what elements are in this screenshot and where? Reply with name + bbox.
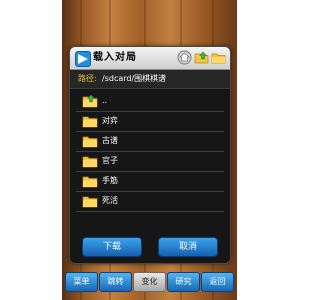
load-game-dialog: 载入对局 路径: /sdcard/围棋棋谱 .. 对弈 古谱 官子 手筋 死活 … [69,46,231,264]
menu-button[interactable]: 菜单 [65,272,98,292]
list-item-label: 官子 [102,156,118,165]
cancel-button[interactable]: 取消 [158,237,218,257]
home-icon[interactable] [177,50,192,65]
folder-icon [82,176,98,188]
list-item-parent-folder[interactable]: .. [76,91,224,112]
list-item-folder[interactable]: 古谱 [76,131,224,152]
jump-button[interactable]: 跳转 [99,272,132,292]
list-item-folder[interactable]: 官子 [76,151,224,172]
list-item-label: 对弈 [102,116,118,125]
bottom-toolbar: 菜单 跳转 变化 研究 返回 [65,272,235,292]
download-button[interactable]: 下载 [82,237,142,257]
list-item-label: .. [102,96,108,105]
folder-icon [82,196,98,208]
list-item-folder[interactable]: 对弈 [76,111,224,132]
folder-up-icon[interactable] [194,50,209,65]
dialog-titlebar: 载入对局 [70,47,230,70]
list-item-label: 古谱 [102,136,118,145]
study-button[interactable]: 研究 [167,272,200,292]
path-value: /sdcard/围棋棋谱 [102,74,167,83]
folder-icon [82,136,98,148]
path-row: 路径: /sdcard/围棋棋谱 [70,70,230,89]
folder-icon [82,156,98,168]
folder-up-arrow-icon [82,95,98,108]
file-list: .. 对弈 古谱 官子 手筋 死活 [76,91,224,231]
dialog-title: 载入对局 [93,52,137,63]
list-item-folder[interactable]: 手筋 [76,171,224,192]
back-button[interactable]: 返回 [201,272,234,292]
list-item-label: 手筋 [102,176,118,185]
app-logo-icon [75,51,91,67]
list-item-folder[interactable]: 死活 [76,191,224,212]
list-item-label: 死活 [102,196,118,205]
folder-icon [82,116,98,128]
path-label: 路径: [78,74,97,83]
new-folder-icon[interactable] [211,50,226,65]
variation-button[interactable]: 变化 [133,272,166,292]
